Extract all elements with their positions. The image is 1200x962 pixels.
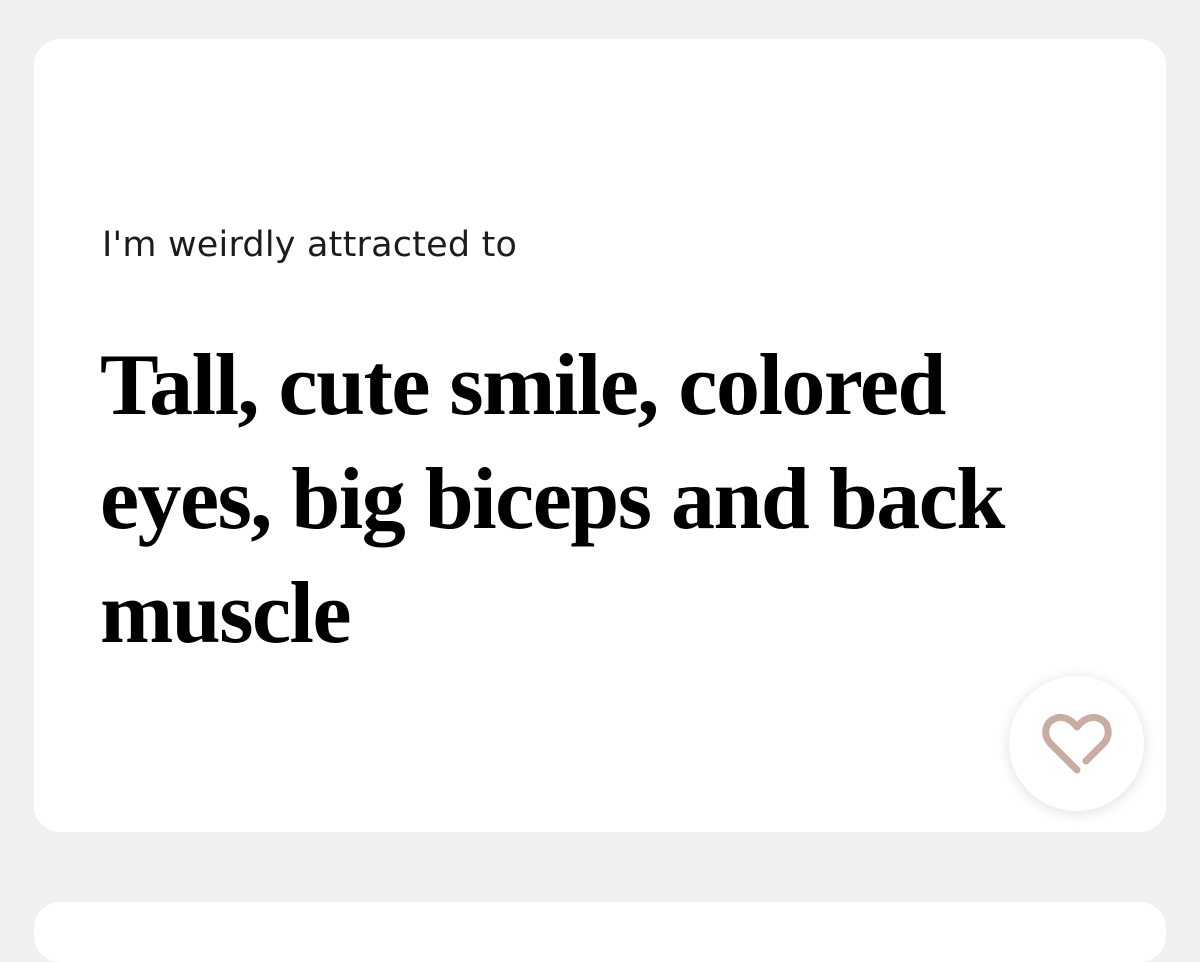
heart-outline-icon [1041, 713, 1112, 773]
prompt-question: I'm weirdly attracted to [102, 225, 518, 265]
next-card [34, 902, 1166, 962]
prompt-answer: Tall, cute smile, colored eyes, big bice… [100, 337, 1005, 662]
prompt-card: I'm weirdly attracted to Tall, cute smil… [34, 39, 1166, 832]
like-button[interactable] [1009, 676, 1144, 811]
